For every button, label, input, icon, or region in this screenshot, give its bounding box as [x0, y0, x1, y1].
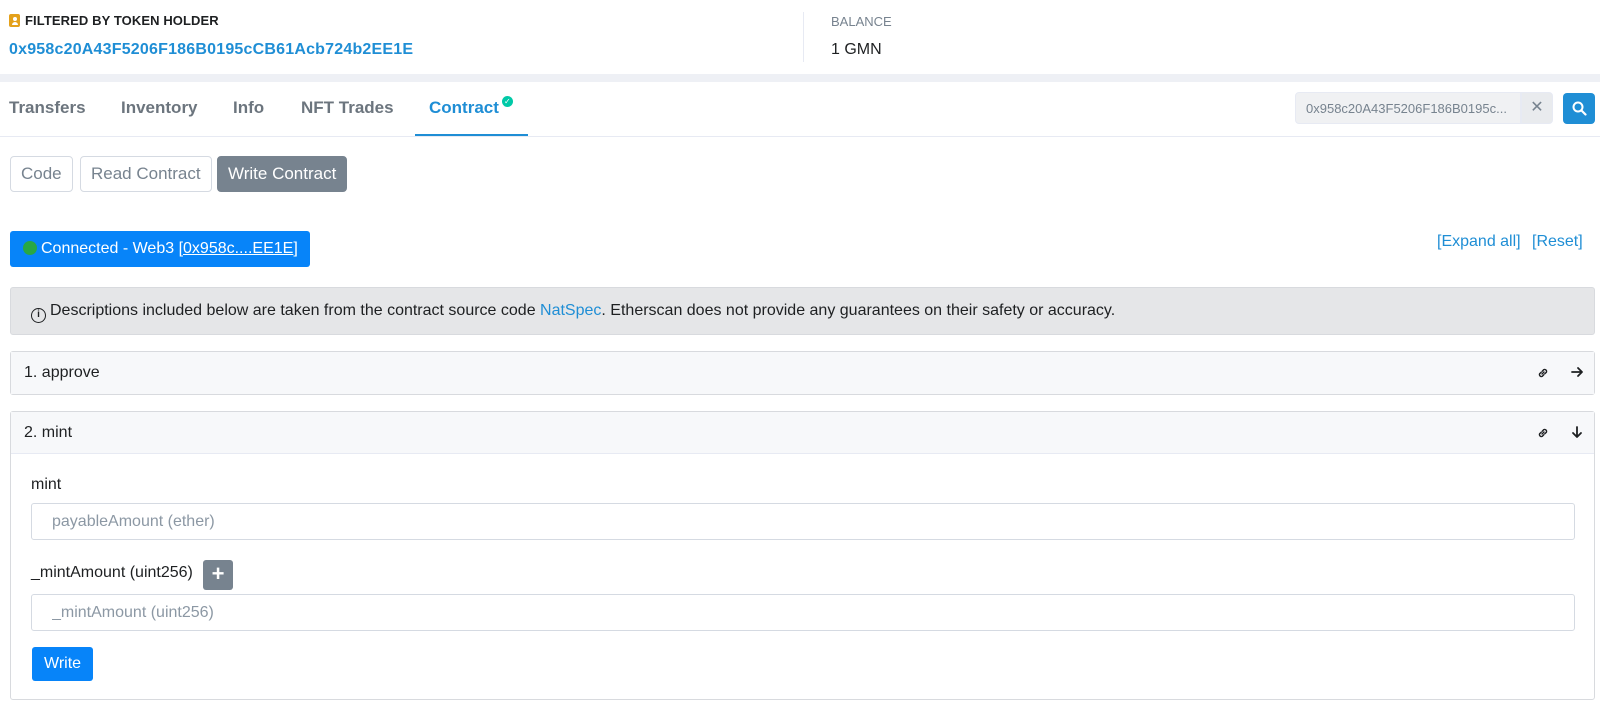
link-icon[interactable] [1536, 366, 1550, 380]
subtab-label: Code [21, 164, 62, 183]
tab-inventory[interactable]: Inventory [121, 82, 198, 136]
function-title: 1. approve [24, 364, 100, 381]
token-holder-filter: FILTERED BY TOKEN HOLDER 0x958c20A43F520… [9, 13, 413, 59]
natspec-link[interactable]: NatSpec [540, 302, 601, 319]
subtab-write-contract[interactable]: Write Contract [217, 156, 348, 192]
arrow-down-icon[interactable] [1570, 425, 1584, 439]
function-title: 2. mint [24, 424, 73, 441]
connected-address[interactable]: 0x958c....EE1E [183, 240, 293, 257]
arrow-right-icon[interactable] [1570, 365, 1584, 379]
payable-label: mint [31, 476, 62, 493]
write-button[interactable]: Write [32, 647, 94, 681]
balance-label: BALANCE [831, 14, 892, 29]
mint-amount-input[interactable] [31, 594, 1575, 631]
balance-value: 1 GMN [831, 41, 882, 58]
tab-label: Contract [429, 98, 499, 117]
tab-info[interactable]: Info [233, 82, 264, 136]
subtab-read-contract[interactable]: Read Contract [80, 156, 212, 192]
notice-text-after: . Etherscan does not provide any guarant… [601, 302, 1116, 319]
token-holder-heading: FILTERED BY TOKEN HOLDER [9, 13, 413, 28]
function-header-approve[interactable]: 1. approve [11, 352, 1594, 394]
search-box [1295, 92, 1521, 124]
tab-label: Info [233, 98, 265, 117]
divider [803, 12, 804, 62]
close-icon: ✕ [1530, 99, 1544, 116]
tab-nft-trades[interactable]: NFT Trades [301, 82, 394, 136]
subtab-label: Write Contract [228, 164, 337, 183]
search-button[interactable] [1563, 93, 1595, 124]
token-holder-bar: FILTERED BY TOKEN HOLDER 0x958c20A43F520… [0, 0, 1600, 74]
payable-amount-input[interactable] [31, 503, 1575, 540]
natspec-notice: i Descriptions included below are taken f… [10, 287, 1595, 335]
function-card-approve: 1. approve [10, 351, 1595, 395]
subtab-code[interactable]: Code [10, 156, 73, 192]
notice-text-before: Descriptions included below are taken fr… [50, 302, 541, 319]
function-header-mint[interactable]: 2. mint [11, 412, 1594, 454]
connected-status-icon [23, 241, 37, 255]
reset-link[interactable]: [Reset] [1532, 233, 1583, 251]
tab-label: NFT Trades [301, 98, 394, 117]
mint-amount-label: _mintAmount (uint256) [31, 564, 193, 581]
verified-check-icon: ✓ [501, 96, 513, 107]
connected-suffix: ] [293, 240, 298, 257]
info-icon: i [31, 308, 46, 323]
tab-label: Transfers [9, 98, 86, 117]
tab-transfers[interactable]: Transfers [9, 82, 86, 136]
section-gap [0, 74, 1600, 82]
add-decimals-button[interactable]: + [203, 560, 233, 590]
search-icon [1572, 101, 1587, 116]
user-badge-icon [9, 14, 20, 27]
link-icon[interactable] [1536, 426, 1550, 440]
tab-contract[interactable]: Contract ✓ [415, 82, 528, 136]
connected-label: Connected - Web3 [ [41, 240, 184, 257]
connected-web3-button[interactable]: Connected - Web3 [0x958c....EE1E] [10, 231, 310, 267]
token-holder-label: FILTERED BY TOKEN HOLDER [25, 13, 219, 28]
tab-label: Inventory [121, 98, 198, 117]
expand-all-link[interactable]: [Expand all] [1437, 233, 1521, 251]
subtab-label: Read Contract [91, 164, 201, 183]
token-holder-address-link[interactable]: 0x958c20A43F5206F186B0195cCB61Acb724b2EE… [9, 41, 413, 59]
search-input[interactable] [1296, 93, 1520, 123]
function-card-mint: 2. mint mint _mintAmount (uint256) + Wri… [10, 411, 1595, 700]
clear-search-button[interactable]: ✕ [1521, 92, 1553, 124]
plus-icon: + [211, 561, 225, 586]
balance-block: BALANCE 1 GMN [831, 14, 892, 59]
